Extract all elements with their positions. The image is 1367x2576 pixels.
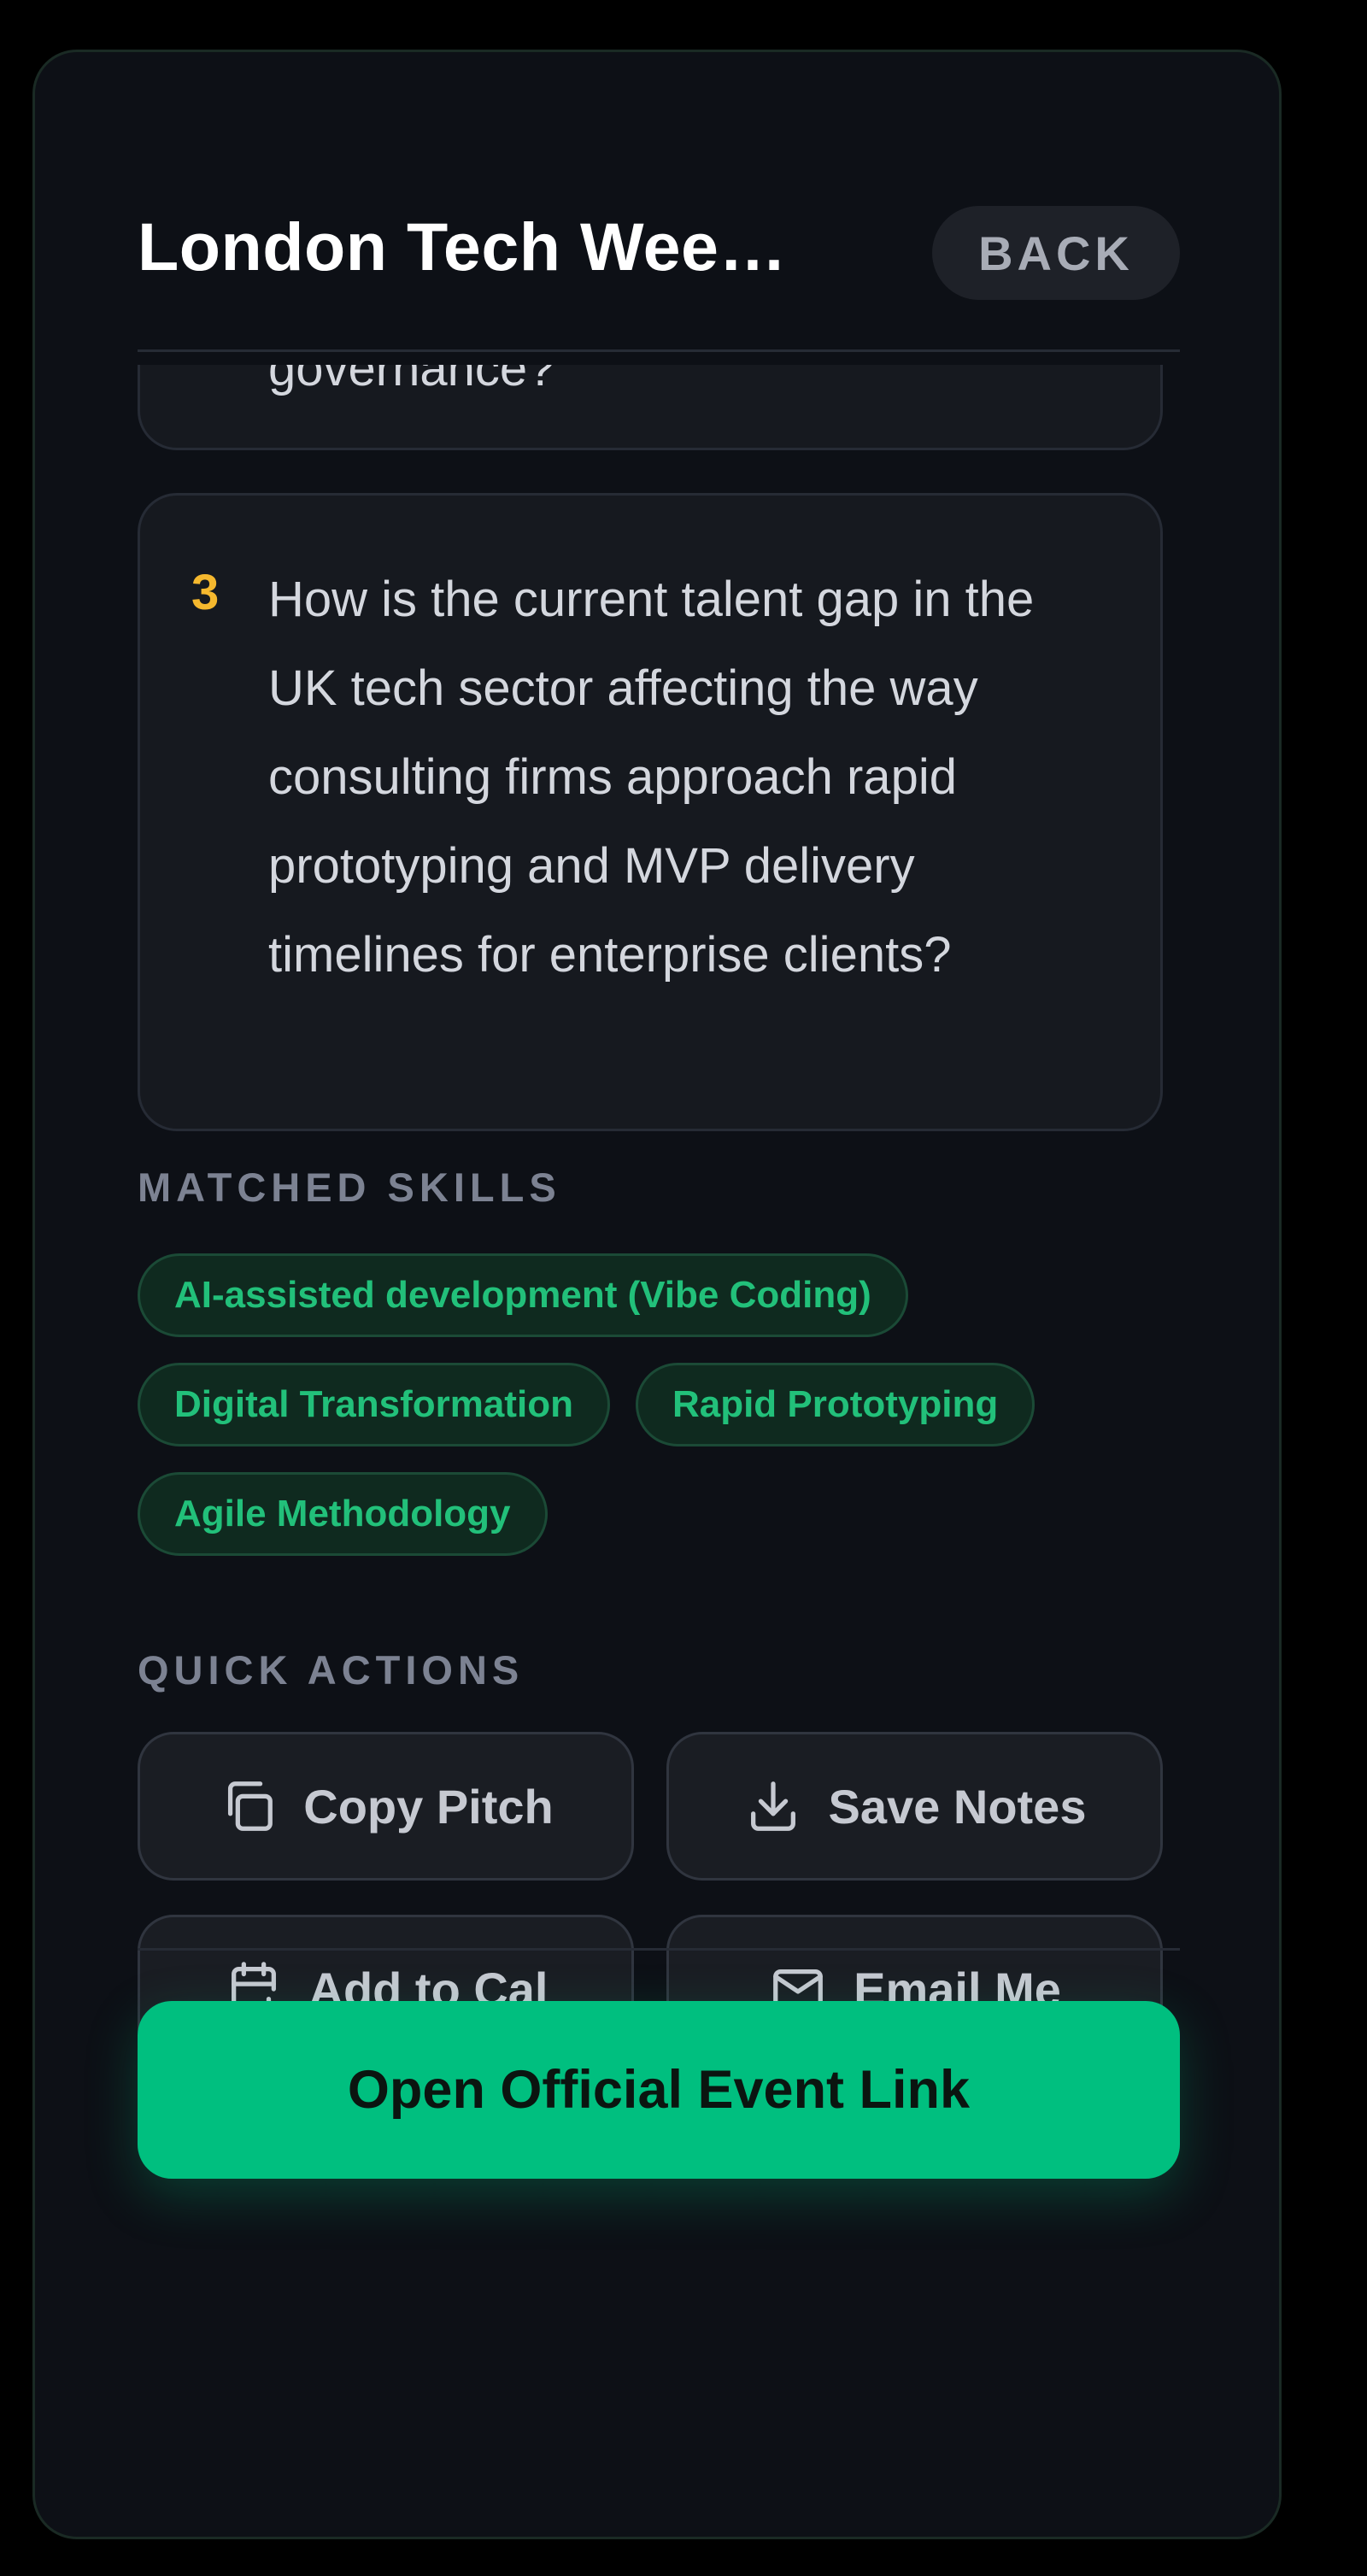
download-icon [750, 1781, 795, 1831]
skill-tag: Digital Transformation [138, 1363, 610, 1446]
divider [138, 1948, 1180, 1951]
question-number: 3 [191, 565, 220, 620]
save-notes-label: Save Notes [828, 1779, 1087, 1834]
question-text: governance? [268, 365, 555, 396]
quick-actions-heading: QUICK ACTIONS [138, 1647, 525, 1693]
page-title: London Tech Wee… [138, 208, 787, 285]
copy-pitch-label: Copy Pitch [303, 1779, 554, 1834]
header: London Tech Wee… BACK [138, 155, 1180, 352]
copy-pitch-button[interactable]: Copy Pitch [138, 1732, 634, 1881]
save-notes-button[interactable]: Save Notes [666, 1732, 1163, 1881]
skill-tag: Rapid Prototyping [635, 1363, 1036, 1446]
skill-tag: AI-assisted development (Vibe Coding) [138, 1253, 908, 1337]
matched-skills-heading: MATCHED SKILLS [138, 1165, 561, 1210]
skills-list: AI-assisted development (Vibe Coding) Di… [138, 1253, 1180, 1556]
open-event-link-button[interactable]: Open Official Event Link [138, 2001, 1180, 2179]
question-card: governance? [138, 365, 1163, 450]
skill-tag: Agile Methodology [138, 1472, 548, 1556]
back-button[interactable]: BACK [932, 206, 1180, 300]
event-detail-panel: London Tech Wee… BACK governance? 3 How … [32, 50, 1282, 2539]
question-text: How is the current talent gap in the UK … [268, 572, 1035, 983]
copy-icon [228, 1781, 273, 1831]
question-card: 3 How is the current talent gap in the U… [138, 493, 1163, 1131]
scroll-content[interactable]: governance? 3 How is the current talent … [35, 365, 1279, 2537]
